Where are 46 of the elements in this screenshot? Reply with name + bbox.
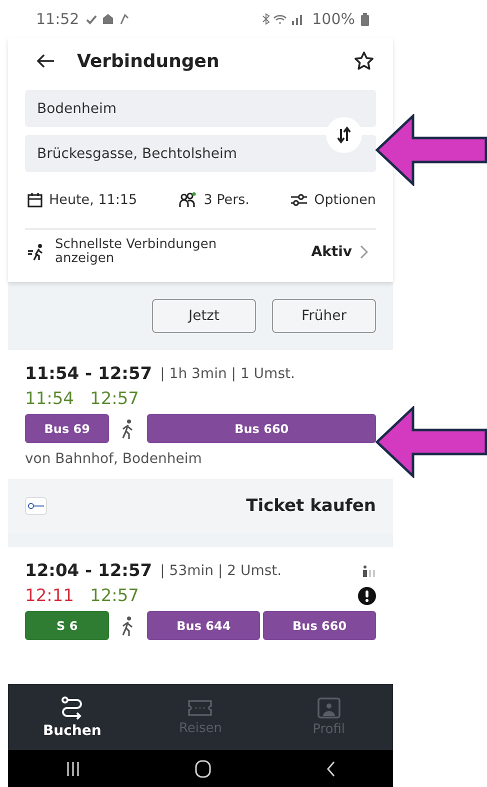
buy-ticket-button[interactable]: Ticket kaufen xyxy=(246,496,376,516)
page-title: Verbindungen xyxy=(77,50,220,72)
walking-icon xyxy=(121,616,136,636)
battery-level: 100% xyxy=(312,10,355,28)
people-icon xyxy=(178,192,198,208)
option-button[interactable]: Heute, 11:15 xyxy=(25,192,138,208)
operator-logo-icon xyxy=(25,497,47,515)
chevron-right-icon xyxy=(360,245,368,259)
time-button[interactable]: Früher xyxy=(272,299,376,333)
line-badge[interactable]: Bus 644 xyxy=(147,611,260,640)
time-button[interactable]: Jetzt xyxy=(152,299,256,333)
nav-tab[interactable]: Buchen xyxy=(22,684,122,750)
sliders-icon xyxy=(290,193,308,207)
from-field[interactable]: Bodenheim xyxy=(25,90,376,127)
line-badge[interactable]: Bus 660 xyxy=(263,611,376,640)
calendar-icon xyxy=(27,192,43,208)
option-button[interactable]: 3 Pers. xyxy=(176,192,250,208)
ticket-icon xyxy=(187,698,214,718)
fastest-value: Aktiv xyxy=(311,244,352,260)
realtime: 12:57 xyxy=(90,586,139,606)
line-badge[interactable]: Bus 69 xyxy=(25,414,110,443)
back-icon[interactable] xyxy=(37,54,55,68)
fastest-setting-row[interactable]: Schnellste Verbindungen anzeigen Aktiv xyxy=(25,230,376,274)
walking-icon xyxy=(121,418,136,438)
option-button[interactable]: Optionen xyxy=(288,192,376,208)
recent-apps-icon[interactable] xyxy=(65,760,82,776)
trip-meta: | 53min | 2 Umst. xyxy=(160,563,282,579)
realtime: 12:57 xyxy=(90,389,139,409)
star-icon[interactable] xyxy=(354,51,374,71)
line-badge[interactable]: Bus 660 xyxy=(147,414,376,443)
time-range: 11:54 - 12:57 xyxy=(25,364,152,384)
line-badge[interactable]: S 6 xyxy=(25,611,110,640)
home-icon[interactable] xyxy=(195,760,212,778)
status-time: 11:52 xyxy=(36,10,80,28)
origin-text: von Bahnhof, Bodenheim xyxy=(25,451,203,467)
route-icon xyxy=(60,696,84,720)
fastest-label: Schnellste Verbindungen anzeigen xyxy=(55,238,218,266)
to-field[interactable]: Brückesgasse, Bechtolsheim xyxy=(25,135,376,172)
battery-icon xyxy=(361,12,369,26)
time-range: 12:04 - 12:57 xyxy=(25,561,152,581)
realtime: 11:54 xyxy=(25,389,74,409)
back-nav-icon[interactable] xyxy=(326,760,336,776)
trip-meta: | 1h 3min | 1 Umst. xyxy=(160,366,295,382)
profile-icon xyxy=(316,697,341,719)
swap-icon xyxy=(337,126,351,144)
realtime: 12:11 xyxy=(25,586,74,606)
